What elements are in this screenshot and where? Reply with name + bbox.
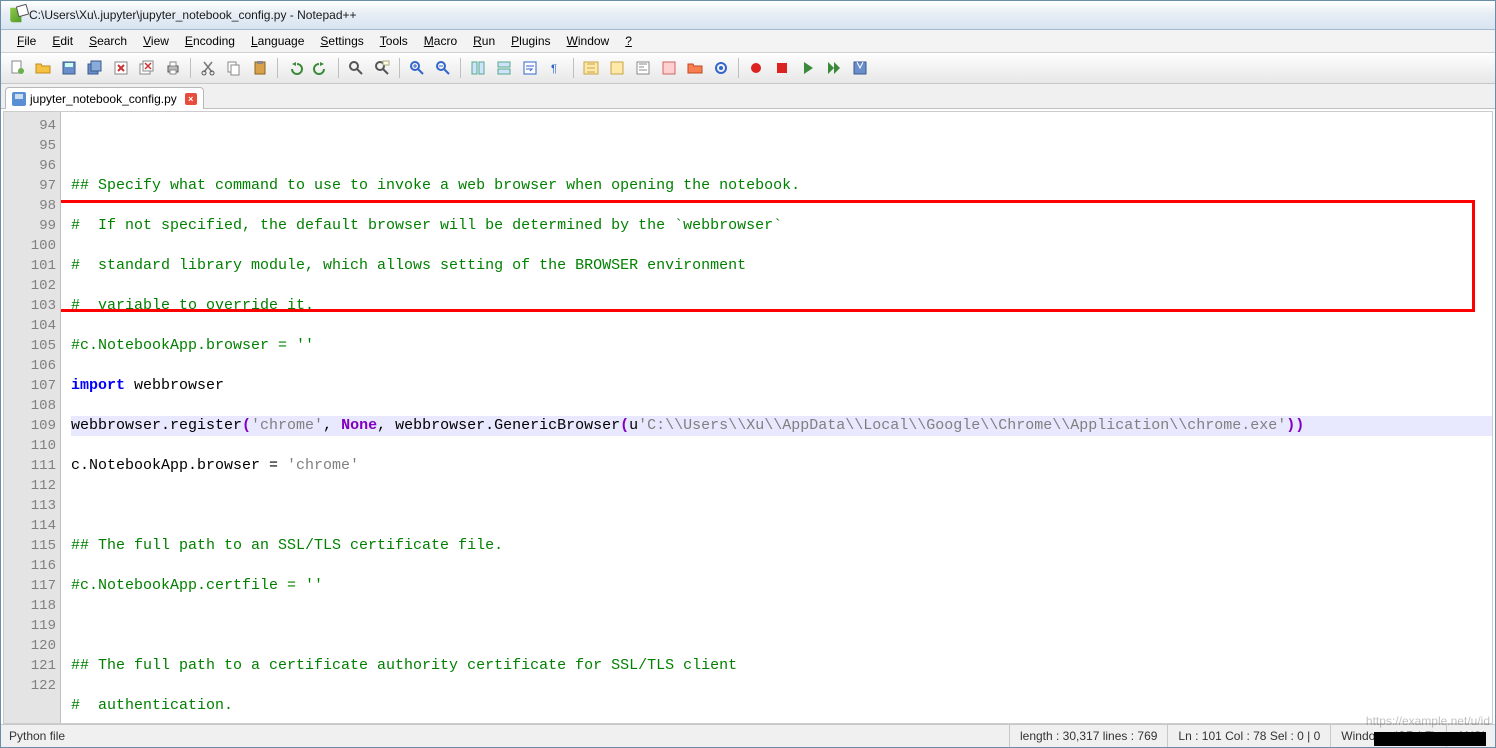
titlebar[interactable]: C:\Users\Xu\.jupyter\jupyter_notebook_co…	[1, 1, 1495, 30]
play-multi-icon[interactable]	[822, 56, 846, 80]
svg-text:¶: ¶	[551, 63, 557, 75]
zoom-in-icon[interactable]	[405, 56, 429, 80]
save-macro-icon[interactable]	[848, 56, 872, 80]
user-lang-icon[interactable]	[605, 56, 629, 80]
tab-close-icon[interactable]: ×	[185, 93, 197, 105]
window-title: C:\Users\Xu\.jupyter\jupyter_notebook_co…	[29, 8, 357, 22]
menu-window[interactable]: Window	[559, 32, 618, 50]
menubar: File Edit Search View Encoding Language …	[1, 30, 1495, 53]
menu-file[interactable]: File	[9, 32, 44, 50]
separator-icon	[738, 58, 739, 78]
menu-macro[interactable]: Macro	[416, 32, 465, 50]
zoom-out-icon[interactable]	[431, 56, 455, 80]
line-gutter: 94 95 96 97 98 99 100 101 102 103 104 10…	[4, 112, 61, 723]
wrap-icon[interactable]	[518, 56, 542, 80]
tab-active[interactable]: jupyter_notebook_config.py ×	[5, 87, 204, 109]
undo-icon[interactable]	[283, 56, 307, 80]
app-window: C:\Users\Xu\.jupyter\jupyter_notebook_co…	[0, 0, 1496, 748]
close-all-icon[interactable]	[135, 56, 159, 80]
stop-record-icon[interactable]	[770, 56, 794, 80]
status-bar: Python file length : 30,317 lines : 769 …	[1, 724, 1495, 747]
status-eol: Windows (CR LF)	[1330, 725, 1446, 747]
folder-icon[interactable]	[683, 56, 707, 80]
sync-v-icon[interactable]	[466, 56, 490, 80]
menu-help[interactable]: ?	[617, 32, 640, 50]
menu-edit[interactable]: Edit	[44, 32, 81, 50]
menu-run[interactable]: Run	[465, 32, 503, 50]
menu-language[interactable]: Language	[243, 32, 312, 50]
separator-icon	[338, 58, 339, 78]
tab-label: jupyter_notebook_config.py	[30, 92, 177, 106]
menu-search[interactable]: Search	[81, 32, 135, 50]
separator-icon	[460, 58, 461, 78]
copy-icon[interactable]	[222, 56, 246, 80]
separator-icon	[190, 58, 191, 78]
save-disk-icon	[12, 92, 26, 106]
close-icon[interactable]	[109, 56, 133, 80]
monitor-icon[interactable]	[709, 56, 733, 80]
func-list-icon[interactable]	[657, 56, 681, 80]
sync-h-icon[interactable]	[492, 56, 516, 80]
paste-icon[interactable]	[248, 56, 272, 80]
app-icon	[7, 7, 23, 23]
editor-area: 94 95 96 97 98 99 100 101 102 103 104 10…	[3, 111, 1493, 724]
print-icon[interactable]	[161, 56, 185, 80]
redo-icon[interactable]	[309, 56, 333, 80]
new-file-icon[interactable]	[5, 56, 29, 80]
record-icon[interactable]	[744, 56, 768, 80]
cut-icon[interactable]	[196, 56, 220, 80]
replace-icon[interactable]	[370, 56, 394, 80]
save-all-icon[interactable]	[83, 56, 107, 80]
toolbar: ¶	[1, 53, 1495, 84]
find-icon[interactable]	[344, 56, 368, 80]
separator-icon	[399, 58, 400, 78]
separator-icon	[277, 58, 278, 78]
menu-view[interactable]: View	[135, 32, 177, 50]
play-icon[interactable]	[796, 56, 820, 80]
status-language: Python file	[1, 729, 73, 743]
save-icon[interactable]	[57, 56, 81, 80]
show-all-chars-icon[interactable]: ¶	[544, 56, 568, 80]
separator-icon	[573, 58, 574, 78]
open-file-icon[interactable]	[31, 56, 55, 80]
menu-settings[interactable]: Settings	[312, 32, 371, 50]
status-caret: Ln : 101 Col : 78 Sel : 0 | 0	[1167, 725, 1330, 747]
menu-tools[interactable]: Tools	[372, 32, 416, 50]
status-encoding: ANSI	[1446, 725, 1495, 747]
tab-bar: jupyter_notebook_config.py ×	[1, 84, 1495, 109]
code-view[interactable]: ## Specify what command to use to invoke…	[61, 112, 1492, 723]
status-length: length : 30,317 lines : 769	[1009, 725, 1167, 747]
menu-plugins[interactable]: Plugins	[503, 32, 558, 50]
indent-guide-icon[interactable]	[579, 56, 603, 80]
menu-encoding[interactable]: Encoding	[177, 32, 243, 50]
doc-map-icon[interactable]	[631, 56, 655, 80]
